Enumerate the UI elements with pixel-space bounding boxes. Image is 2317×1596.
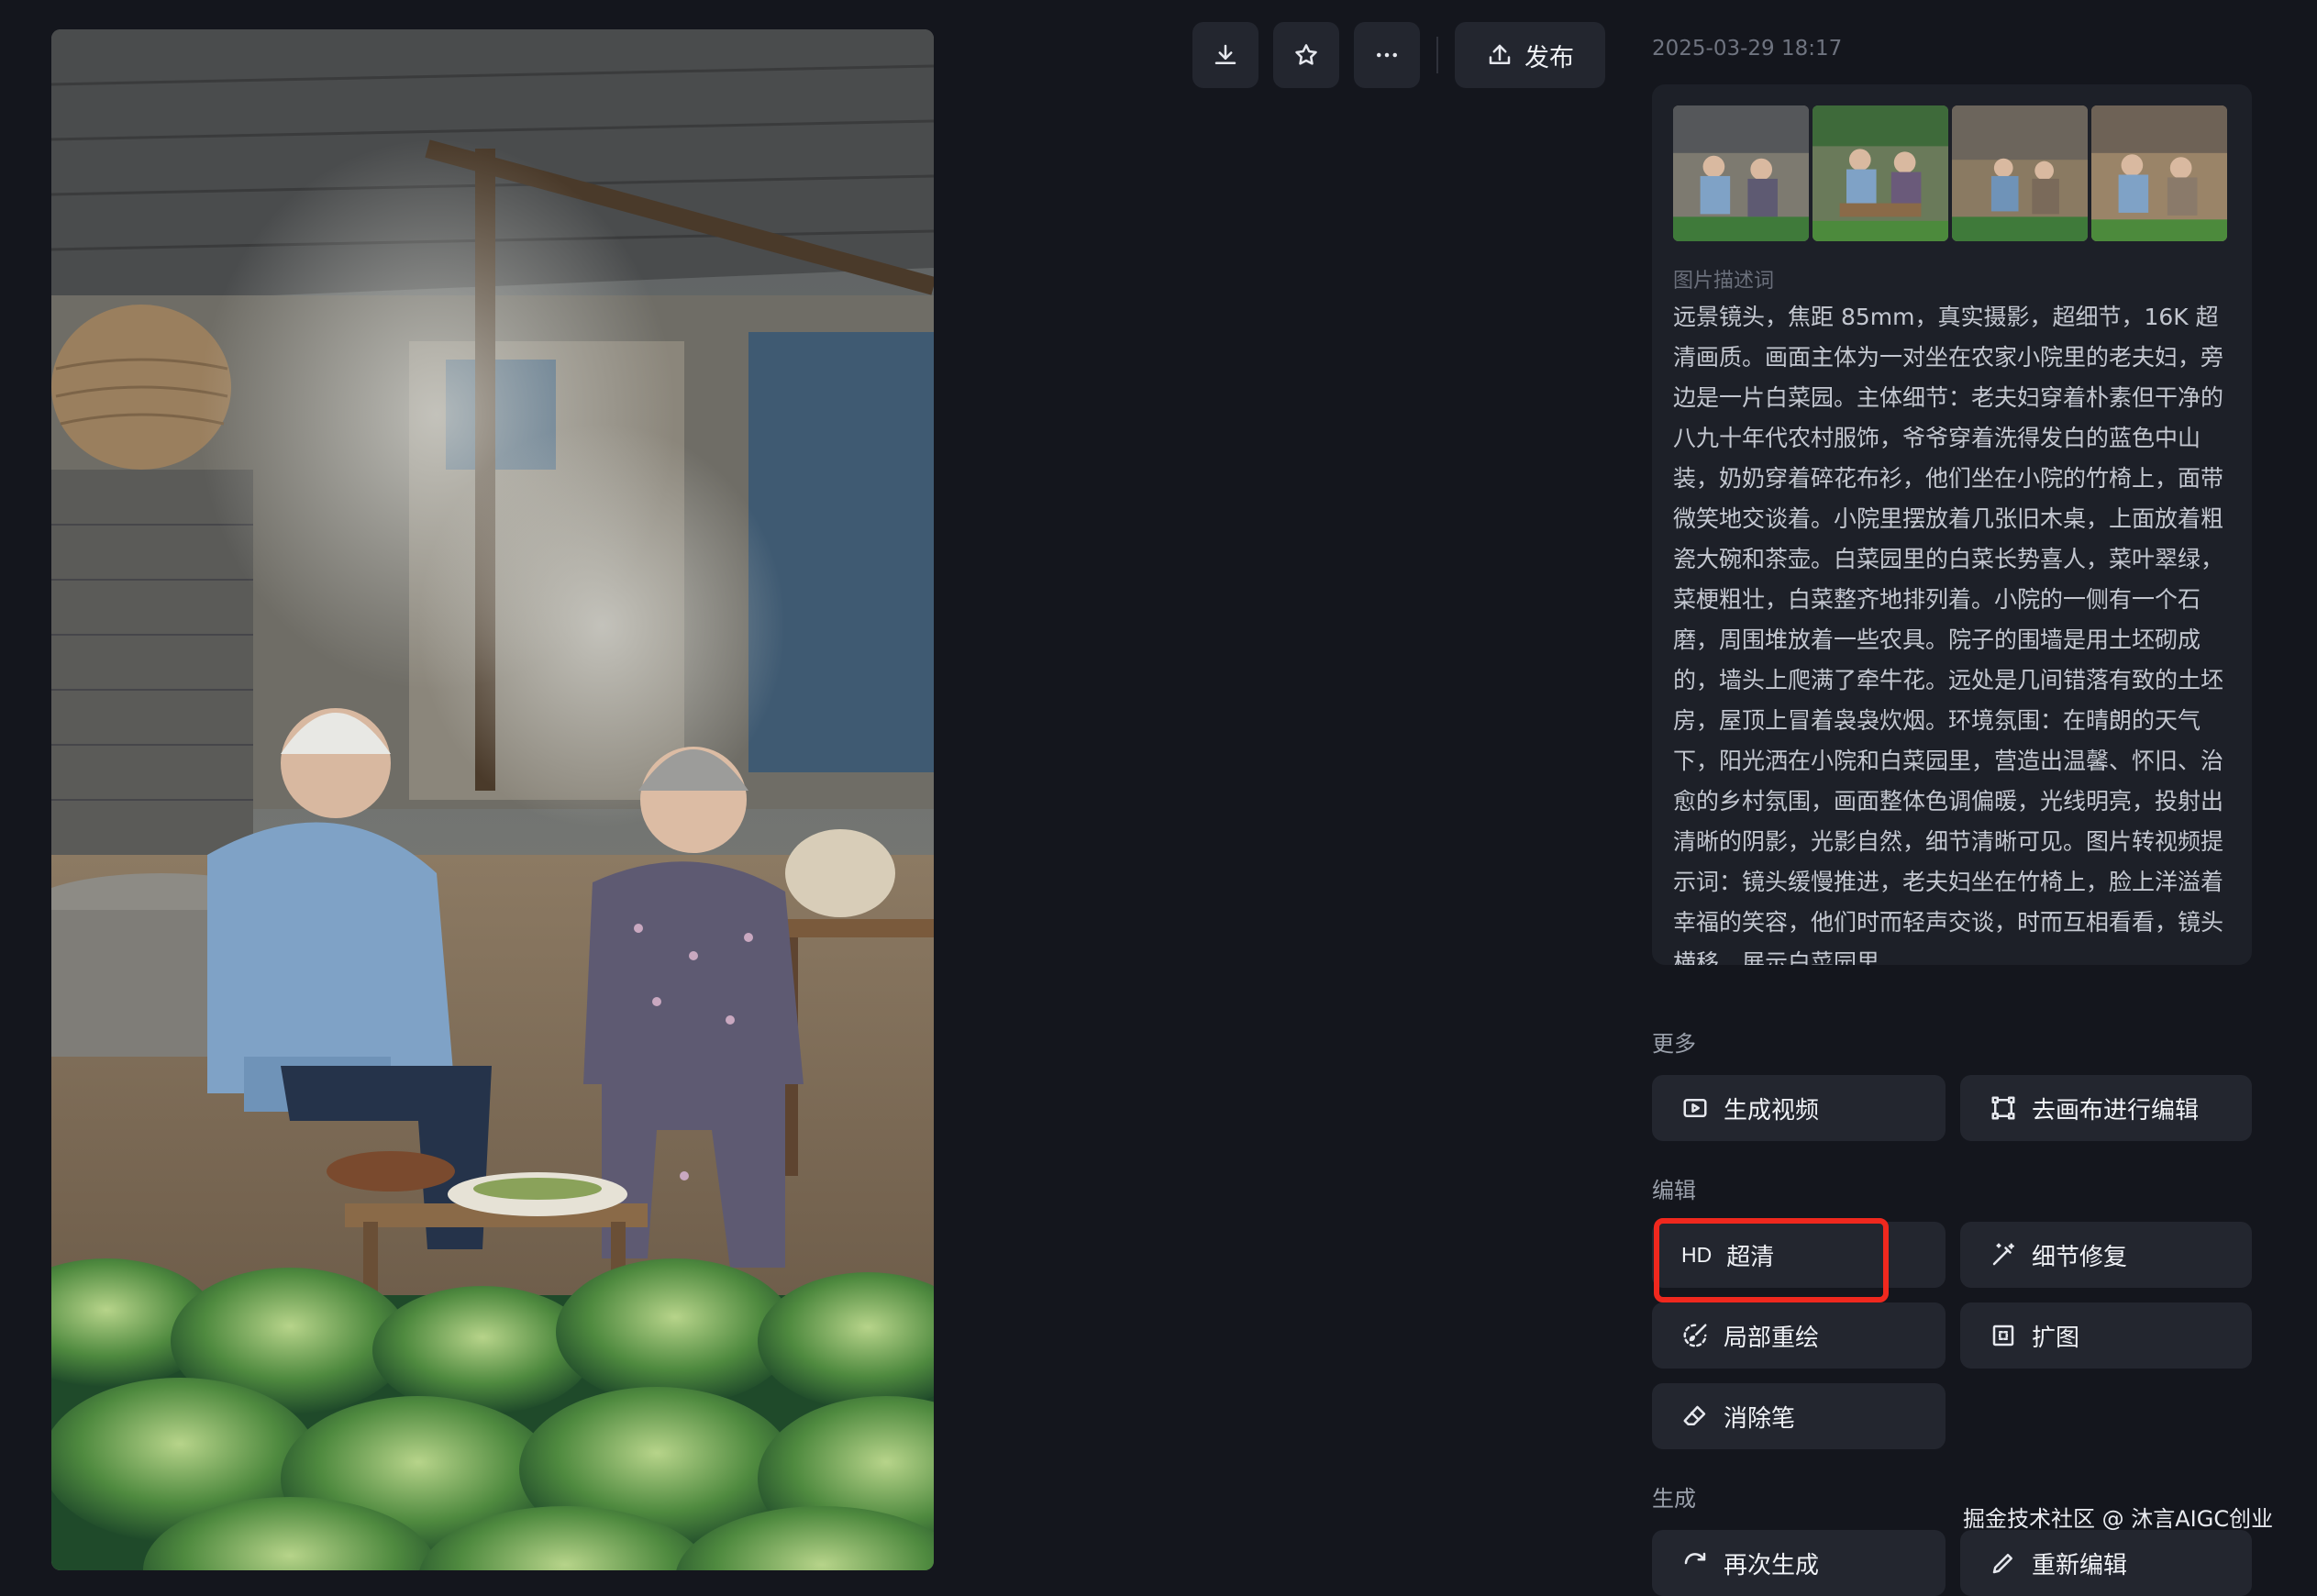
thumbnail-4[interactable] <box>2091 105 2227 241</box>
prompt-card: 图片描述词 远景镜头，焦距 85mm，真实摄影，超细节，16K 超清画质。画面主… <box>1652 84 2252 965</box>
super-resolution-button[interactable]: HD 超清 <box>1652 1222 1946 1288</box>
expand-label: 扩图 <box>2032 1324 2080 1352</box>
thumbnail-4-image <box>2091 105 2227 241</box>
hd-icon: HD <box>1681 1242 1713 1267</box>
brush-circle-icon <box>1683 1324 1707 1347</box>
inpaint-button[interactable]: 局部重绘 <box>1652 1302 1946 1369</box>
thumbnail-1[interactable] <box>1673 105 1809 241</box>
eraser-icon <box>1683 1405 1706 1425</box>
expand-frame-icon <box>1992 1324 2014 1347</box>
more-button[interactable] <box>1354 22 1420 88</box>
download-button[interactable] <box>1192 22 1258 88</box>
refresh-icon <box>1684 1552 1706 1565</box>
app-canvas: 发布 2025-03-29 18:17 图片描述词 远景镜头，焦距 85mm，真… <box>0 0 2317 1596</box>
toolbar-divider <box>1436 37 1438 73</box>
publish-button[interactable]: 发布 <box>1455 22 1605 88</box>
eraser-button[interactable]: 消除笔 <box>1652 1383 1946 1449</box>
regenerate-button[interactable]: 再次生成 <box>1652 1530 1946 1596</box>
thumbnail-3[interactable] <box>1952 105 2088 241</box>
prompt-label: 图片描述词 <box>1673 270 1775 293</box>
detail-fix-label: 细节修复 <box>2032 1243 2128 1271</box>
eraser-label: 消除笔 <box>1724 1404 1796 1433</box>
upload-icon <box>1489 44 1511 64</box>
more-dots-icon <box>1377 52 1397 58</box>
reedit-label: 重新编辑 <box>2032 1551 2128 1579</box>
generate-video-label: 生成视频 <box>1724 1096 1820 1125</box>
section-generate-label: 生成 <box>1652 1486 1696 1512</box>
reedit-button[interactable]: 重新编辑 <box>1960 1530 2252 1596</box>
thumbnail-3-image <box>1952 105 2088 241</box>
canvas-frame-icon <box>1991 1096 2015 1120</box>
canvas-edit-button[interactable]: 去画布进行编辑 <box>1960 1075 2252 1141</box>
publish-label: 发布 <box>1524 43 1574 72</box>
favorite-button[interactable] <box>1273 22 1339 88</box>
section-edit-label: 编辑 <box>1652 1178 1696 1203</box>
generated-image-illustration <box>51 29 934 1570</box>
section-more-label: 更多 <box>1652 1031 1696 1057</box>
magic-wand-icon <box>1992 1243 2014 1266</box>
image-toolbar: 发布 <box>1192 22 1605 88</box>
expand-button[interactable]: 扩图 <box>1960 1302 2252 1369</box>
created-timestamp: 2025-03-29 18:17 <box>1652 37 1843 61</box>
detail-fix-button[interactable]: 细节修复 <box>1960 1222 2252 1288</box>
thumbnail-strip <box>1673 105 2227 241</box>
video-play-icon <box>1683 1099 1707 1117</box>
generate-video-button[interactable]: 生成视频 <box>1652 1075 1946 1141</box>
download-icon <box>1214 44 1236 64</box>
inpaint-label: 局部重绘 <box>1724 1324 1820 1352</box>
star-icon <box>1295 44 1317 65</box>
super-resolution-label: 超清 <box>1726 1243 1775 1271</box>
thumbnail-1-image <box>1673 105 1809 241</box>
watermark-text: 掘金技术社区 @ 沐言AIGC创业 <box>1963 1506 2274 1532</box>
regenerate-label: 再次生成 <box>1724 1551 1820 1579</box>
pencil-icon <box>1992 1554 2012 1574</box>
generated-image[interactable] <box>51 29 934 1570</box>
thumbnail-2-image <box>1813 105 1948 241</box>
prompt-text: 远景镜头，焦距 85mm，真实摄影，超细节，16K 超清画质。画面主体为一对坐在… <box>1673 304 2224 965</box>
thumbnail-2[interactable] <box>1813 105 1948 241</box>
canvas-edit-label: 去画布进行编辑 <box>2032 1096 2200 1125</box>
